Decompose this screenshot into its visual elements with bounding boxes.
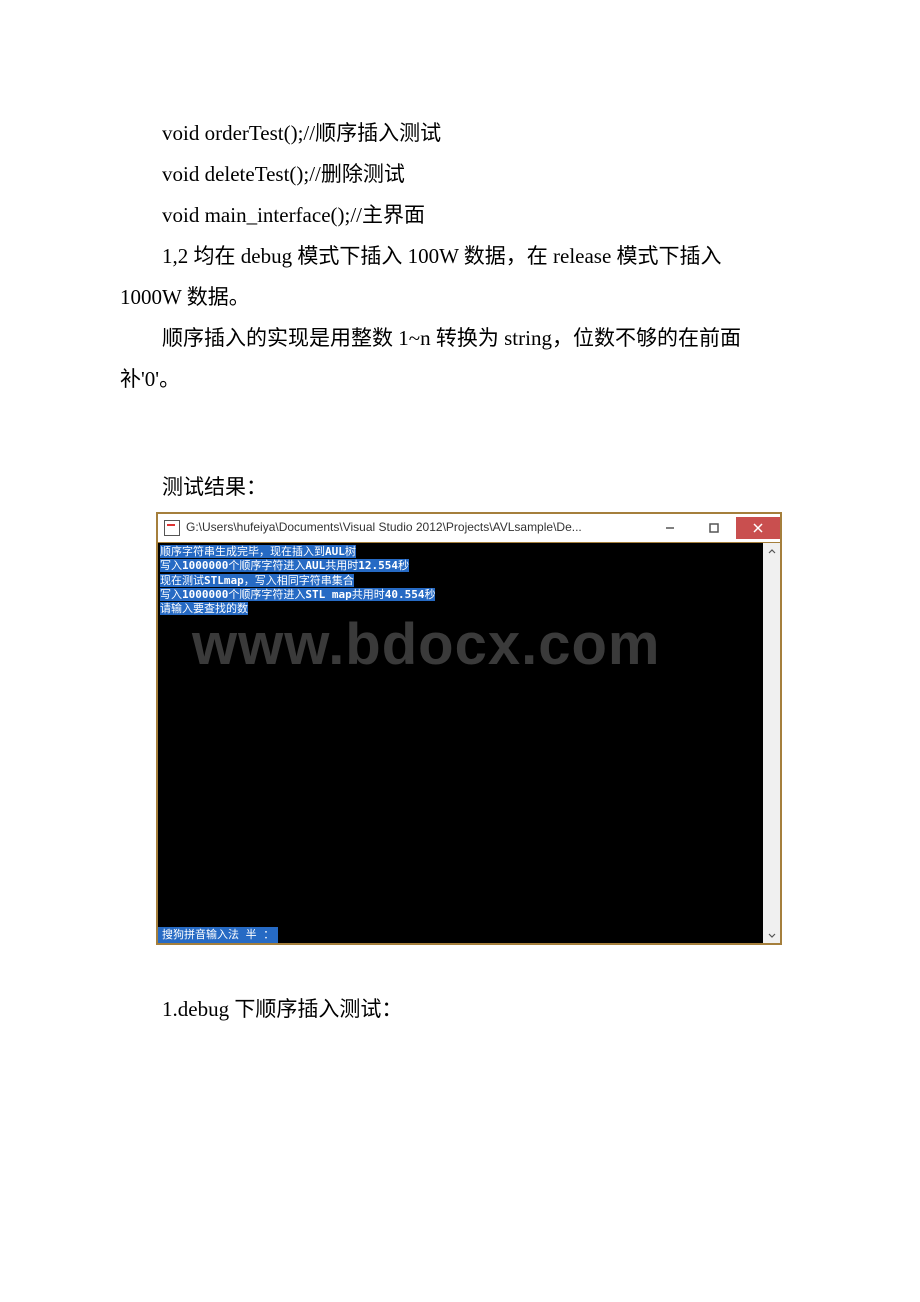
note-insert-count-a: 1,2 均在 debug 模式下插入 100W 数据，在 release 模式下… — [120, 240, 800, 274]
ime-status-bar: 搜狗拼音输入法 半 ： — [158, 927, 278, 943]
c-line4-f: 秒 — [424, 588, 435, 601]
c-line4-e: 40.554 — [385, 588, 425, 601]
minimize-button[interactable] — [648, 517, 692, 539]
scroll-down-button[interactable] — [763, 926, 780, 943]
maximize-icon — [709, 523, 719, 533]
c-line3-b: STLmap — [204, 574, 244, 587]
vertical-scrollbar[interactable] — [763, 543, 780, 943]
spacer-2 — [120, 945, 800, 985]
chevron-up-icon — [768, 548, 776, 556]
console-output: 顺序字符串生成完毕，现在插入到AUL树 写入1000000个顺序字符进入AUL共… — [158, 543, 763, 943]
c-line1-c: 树 — [345, 545, 356, 558]
c-line3-c: ，写入相同字符串集合 — [244, 574, 354, 587]
c-line2-d: 共用时 — [325, 559, 358, 572]
code-line-2: void deleteTest();//删除测试 — [120, 158, 800, 192]
app-icon — [164, 520, 180, 536]
window-titlebar: G:\Users\hufeiya\Documents\Visual Studio… — [158, 514, 780, 543]
code-line-3: void main_interface();//主界面 — [120, 199, 800, 233]
c-line2-c: AUL — [305, 559, 325, 572]
console-body: 顺序字符串生成完毕，现在插入到AUL树 写入1000000个顺序字符进入AUL共… — [158, 543, 780, 943]
c-line3-a: 现在测试 — [160, 574, 204, 587]
c-line4-b: 个顺序字符进入 — [228, 588, 305, 601]
close-button[interactable] — [736, 517, 780, 539]
chevron-down-icon — [768, 931, 776, 939]
note-insert-count-b: 1000W 数据。 — [120, 281, 800, 315]
c-line4-d: 共用时 — [352, 588, 385, 601]
c-line1-b: AUL — [325, 545, 345, 558]
c-line2-e: 12.554 — [358, 559, 398, 572]
caption-debug-order: 1.debug 下顺序插入测试： — [120, 993, 800, 1027]
scroll-track[interactable] — [763, 560, 780, 926]
console-window: G:\Users\hufeiya\Documents\Visual Studio… — [156, 512, 782, 945]
c-line2-b: 个顺序字符进入 — [228, 559, 305, 572]
note-order-impl-b: 补'0'。 — [120, 363, 800, 397]
code-line-1: void orderTest();//顺序插入测试 — [120, 117, 800, 151]
c-line4-c: STL map — [305, 588, 351, 601]
c-line2-num: 1000000 — [182, 559, 228, 572]
minimize-icon — [665, 523, 675, 533]
scroll-up-button[interactable] — [763, 543, 780, 560]
note-order-impl-a: 顺序插入的实现是用整数 1~n 转换为 string，位数不够的在前面 — [120, 322, 800, 356]
spacer — [120, 404, 800, 464]
document-page: void orderTest();//顺序插入测试 void deleteTes… — [0, 0, 920, 1302]
maximize-button[interactable] — [692, 517, 736, 539]
c-line4-a: 写入 — [160, 588, 182, 601]
c-line2-f: 秒 — [398, 559, 409, 572]
watermark-text: www.bdocx.com — [192, 607, 660, 682]
c-line4-num: 1000000 — [182, 588, 228, 601]
c-line1-a: 顺序字符串生成完毕，现在插入到 — [160, 545, 325, 558]
c-line2-a: 写入 — [160, 559, 182, 572]
window-title: G:\Users\hufeiya\Documents\Visual Studio… — [186, 520, 648, 536]
c-line5: 请输入要查找的数 — [160, 602, 248, 615]
close-icon — [753, 523, 763, 533]
results-heading: 测试结果： — [120, 471, 800, 505]
